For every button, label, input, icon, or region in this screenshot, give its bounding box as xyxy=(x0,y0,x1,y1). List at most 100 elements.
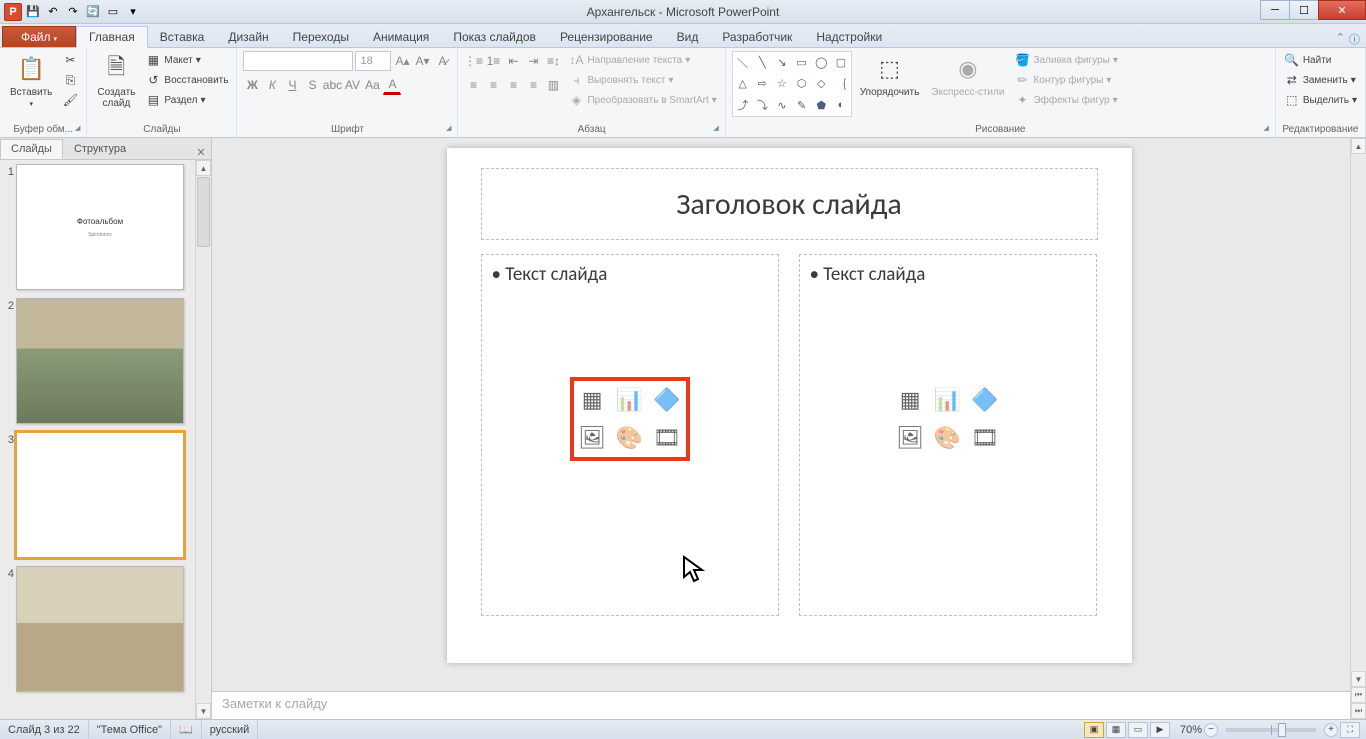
tab-review[interactable]: Рецензирование xyxy=(548,27,665,47)
slide-thumb-3[interactable] xyxy=(16,432,184,558)
shape-conn1[interactable]: ⤴ xyxy=(733,95,753,116)
shadow-button[interactable]: abc xyxy=(323,75,341,95)
change-case-button[interactable]: Aa xyxy=(363,75,381,95)
normal-view-button[interactable]: ▣ xyxy=(1084,722,1104,738)
scroll-thumb[interactable] xyxy=(197,177,210,247)
shape-hex[interactable]: ⬡ xyxy=(792,73,812,94)
prev-slide-icon[interactable]: ⏮ xyxy=(1351,687,1366,703)
slide-thumb-4[interactable] xyxy=(16,566,184,692)
insert-chart-icon[interactable]: 📊 xyxy=(931,383,964,417)
shape-tri[interactable]: △ xyxy=(733,73,753,94)
slideshow-view-button[interactable]: ▶ xyxy=(1150,722,1170,738)
shape-brace[interactable]: ｛ xyxy=(831,73,851,94)
title-placeholder[interactable]: Заголовок слайда xyxy=(481,168,1098,240)
close-button[interactable]: ✕ xyxy=(1318,0,1366,20)
tab-addins[interactable]: Надстройки xyxy=(804,27,894,47)
spacing-button[interactable]: AV xyxy=(343,75,361,95)
shrink-font-button[interactable]: A▾ xyxy=(413,51,431,71)
insert-smartart-icon[interactable]: 🔷 xyxy=(650,383,683,417)
arrange-button[interactable]: ⬚ Упорядочить xyxy=(856,51,924,100)
shape-more1[interactable]: ⬟ xyxy=(811,95,831,116)
shape-effects-button[interactable]: ✦Эффекты фигур ▾ xyxy=(1012,91,1119,109)
underline-button[interactable]: Ч xyxy=(283,75,301,95)
scroll-down-icon[interactable]: ▼ xyxy=(196,703,211,719)
reset-button[interactable]: ↺Восстановить xyxy=(143,71,230,89)
shape-fill-button[interactable]: 🪣Заливка фигуры ▾ xyxy=(1012,51,1119,69)
columns-button[interactable]: ▥ xyxy=(544,75,562,95)
insert-media-icon[interactable]: 🎞 xyxy=(650,421,683,455)
shape-star[interactable]: ☆ xyxy=(772,73,792,94)
tab-view[interactable]: Вид xyxy=(665,27,711,47)
tab-home[interactable]: Главная xyxy=(76,26,148,48)
slide[interactable]: Заголовок слайда Текст слайда ▦ 📊 🔷 🖼 🎨 … xyxy=(447,148,1132,663)
notes-pane[interactable]: Заметки к слайду xyxy=(212,691,1350,719)
shape-free[interactable]: ✎ xyxy=(792,95,812,116)
spellcheck-icon[interactable]: 📖 xyxy=(171,720,202,739)
thumb-item[interactable]: 3 xyxy=(2,432,193,558)
shape-callout[interactable]: ◇ xyxy=(811,73,831,94)
scroll-up-icon[interactable]: ▲ xyxy=(1351,138,1366,154)
italic-button[interactable]: К xyxy=(263,75,281,95)
zoom-percent[interactable]: 70% xyxy=(1180,724,1202,736)
shape-arrow[interactable]: ↘ xyxy=(772,52,792,73)
shape-conn2[interactable]: ⤵ xyxy=(752,95,772,116)
cut-button[interactable]: ✂ xyxy=(60,51,80,69)
format-painter-button[interactable]: 🖌 xyxy=(60,91,80,109)
language-indicator[interactable]: русский xyxy=(202,720,258,739)
align-text-button[interactable]: ⫞Выровнять текст ▾ xyxy=(566,71,718,89)
fit-window-button[interactable]: ⛶ xyxy=(1340,722,1360,738)
thumbs-scrollbar[interactable]: ▲ ▼ xyxy=(195,160,211,719)
tab-outline-view[interactable]: Структура xyxy=(63,139,137,159)
slide-thumb-1[interactable]: Фотоальбом Spiridonov xyxy=(16,164,184,290)
next-slide-icon[interactable]: ⏭ xyxy=(1351,703,1366,719)
shape-rrect[interactable]: ▢ xyxy=(831,52,851,73)
numbering-button[interactable]: 1≡ xyxy=(484,51,502,71)
insert-smartart-icon[interactable]: 🔷 xyxy=(968,383,1001,417)
shape-arrow-r[interactable]: ⇨ xyxy=(752,73,772,94)
insert-picture-icon[interactable]: 🖼 xyxy=(576,421,609,455)
font-size-combo[interactable]: 18 xyxy=(355,51,391,71)
replace-button[interactable]: ⇄Заменить ▾ xyxy=(1282,71,1359,89)
shape-outline-button[interactable]: ✏Контур фигуры ▾ xyxy=(1012,71,1119,89)
slide-icon[interactable]: ▭ xyxy=(104,3,122,21)
shape-curve[interactable]: ∿ xyxy=(772,95,792,116)
scroll-down-icon[interactable]: ▼ xyxy=(1351,671,1366,687)
save-icon[interactable]: 💾 xyxy=(24,3,42,21)
thumbnails-list[interactable]: 1 Фотоальбом Spiridonov 2 3 4 xyxy=(0,160,195,719)
slide-thumb-2[interactable] xyxy=(16,298,184,424)
thumb-item[interactable]: 4 xyxy=(2,566,193,692)
insert-table-icon[interactable]: ▦ xyxy=(576,383,609,417)
sorter-view-button[interactable]: ▦ xyxy=(1106,722,1126,738)
layout-button[interactable]: ▦Макет ▾ xyxy=(143,51,230,69)
smartart-button[interactable]: ◈Преобразовать в SmartArt ▾ xyxy=(566,91,718,109)
align-center-button[interactable]: ≡ xyxy=(484,75,502,95)
shape-line[interactable]: ＼ xyxy=(733,52,753,73)
tab-developer[interactable]: Разработчик xyxy=(710,27,804,47)
app-icon[interactable]: P xyxy=(4,3,22,21)
increase-indent-button[interactable]: ⇥ xyxy=(524,51,542,71)
tab-insert[interactable]: Вставка xyxy=(148,27,217,47)
undo-icon[interactable]: ↶ xyxy=(44,3,62,21)
insert-picture-icon[interactable]: 🖼 xyxy=(894,421,927,455)
new-slide-button[interactable]: 🗎 Создать слайд xyxy=(93,51,139,111)
insert-clipart-icon[interactable]: 🎨 xyxy=(613,421,646,455)
align-right-button[interactable]: ≡ xyxy=(504,75,522,95)
text-direction-button[interactable]: ↕AНаправление текста ▾ xyxy=(566,51,718,69)
shape-oval[interactable]: ◯ xyxy=(811,52,831,73)
insert-table-icon[interactable]: ▦ xyxy=(894,383,927,417)
ribbon-minimize-icon[interactable]: ⌃ xyxy=(1336,31,1345,47)
file-tab[interactable]: Файл xyxy=(2,26,76,47)
shape-line2[interactable]: ╲ xyxy=(752,52,772,73)
tab-design[interactable]: Дизайн xyxy=(216,27,280,47)
help-icon[interactable]: ⓘ xyxy=(1349,31,1360,47)
tab-slideshow[interactable]: Показ слайдов xyxy=(441,27,548,47)
maximize-button[interactable]: ☐ xyxy=(1289,0,1319,20)
scroll-up-icon[interactable]: ▲ xyxy=(196,160,211,176)
justify-button[interactable]: ≡ xyxy=(524,75,542,95)
font-color-button[interactable]: A xyxy=(383,75,401,95)
insert-media-icon[interactable]: 🎞 xyxy=(968,421,1001,455)
insert-chart-icon[interactable]: 📊 xyxy=(613,383,646,417)
copy-button[interactable]: ⎘ xyxy=(60,71,80,89)
shape-rect[interactable]: ▭ xyxy=(792,52,812,73)
zoom-handle[interactable] xyxy=(1278,723,1286,737)
